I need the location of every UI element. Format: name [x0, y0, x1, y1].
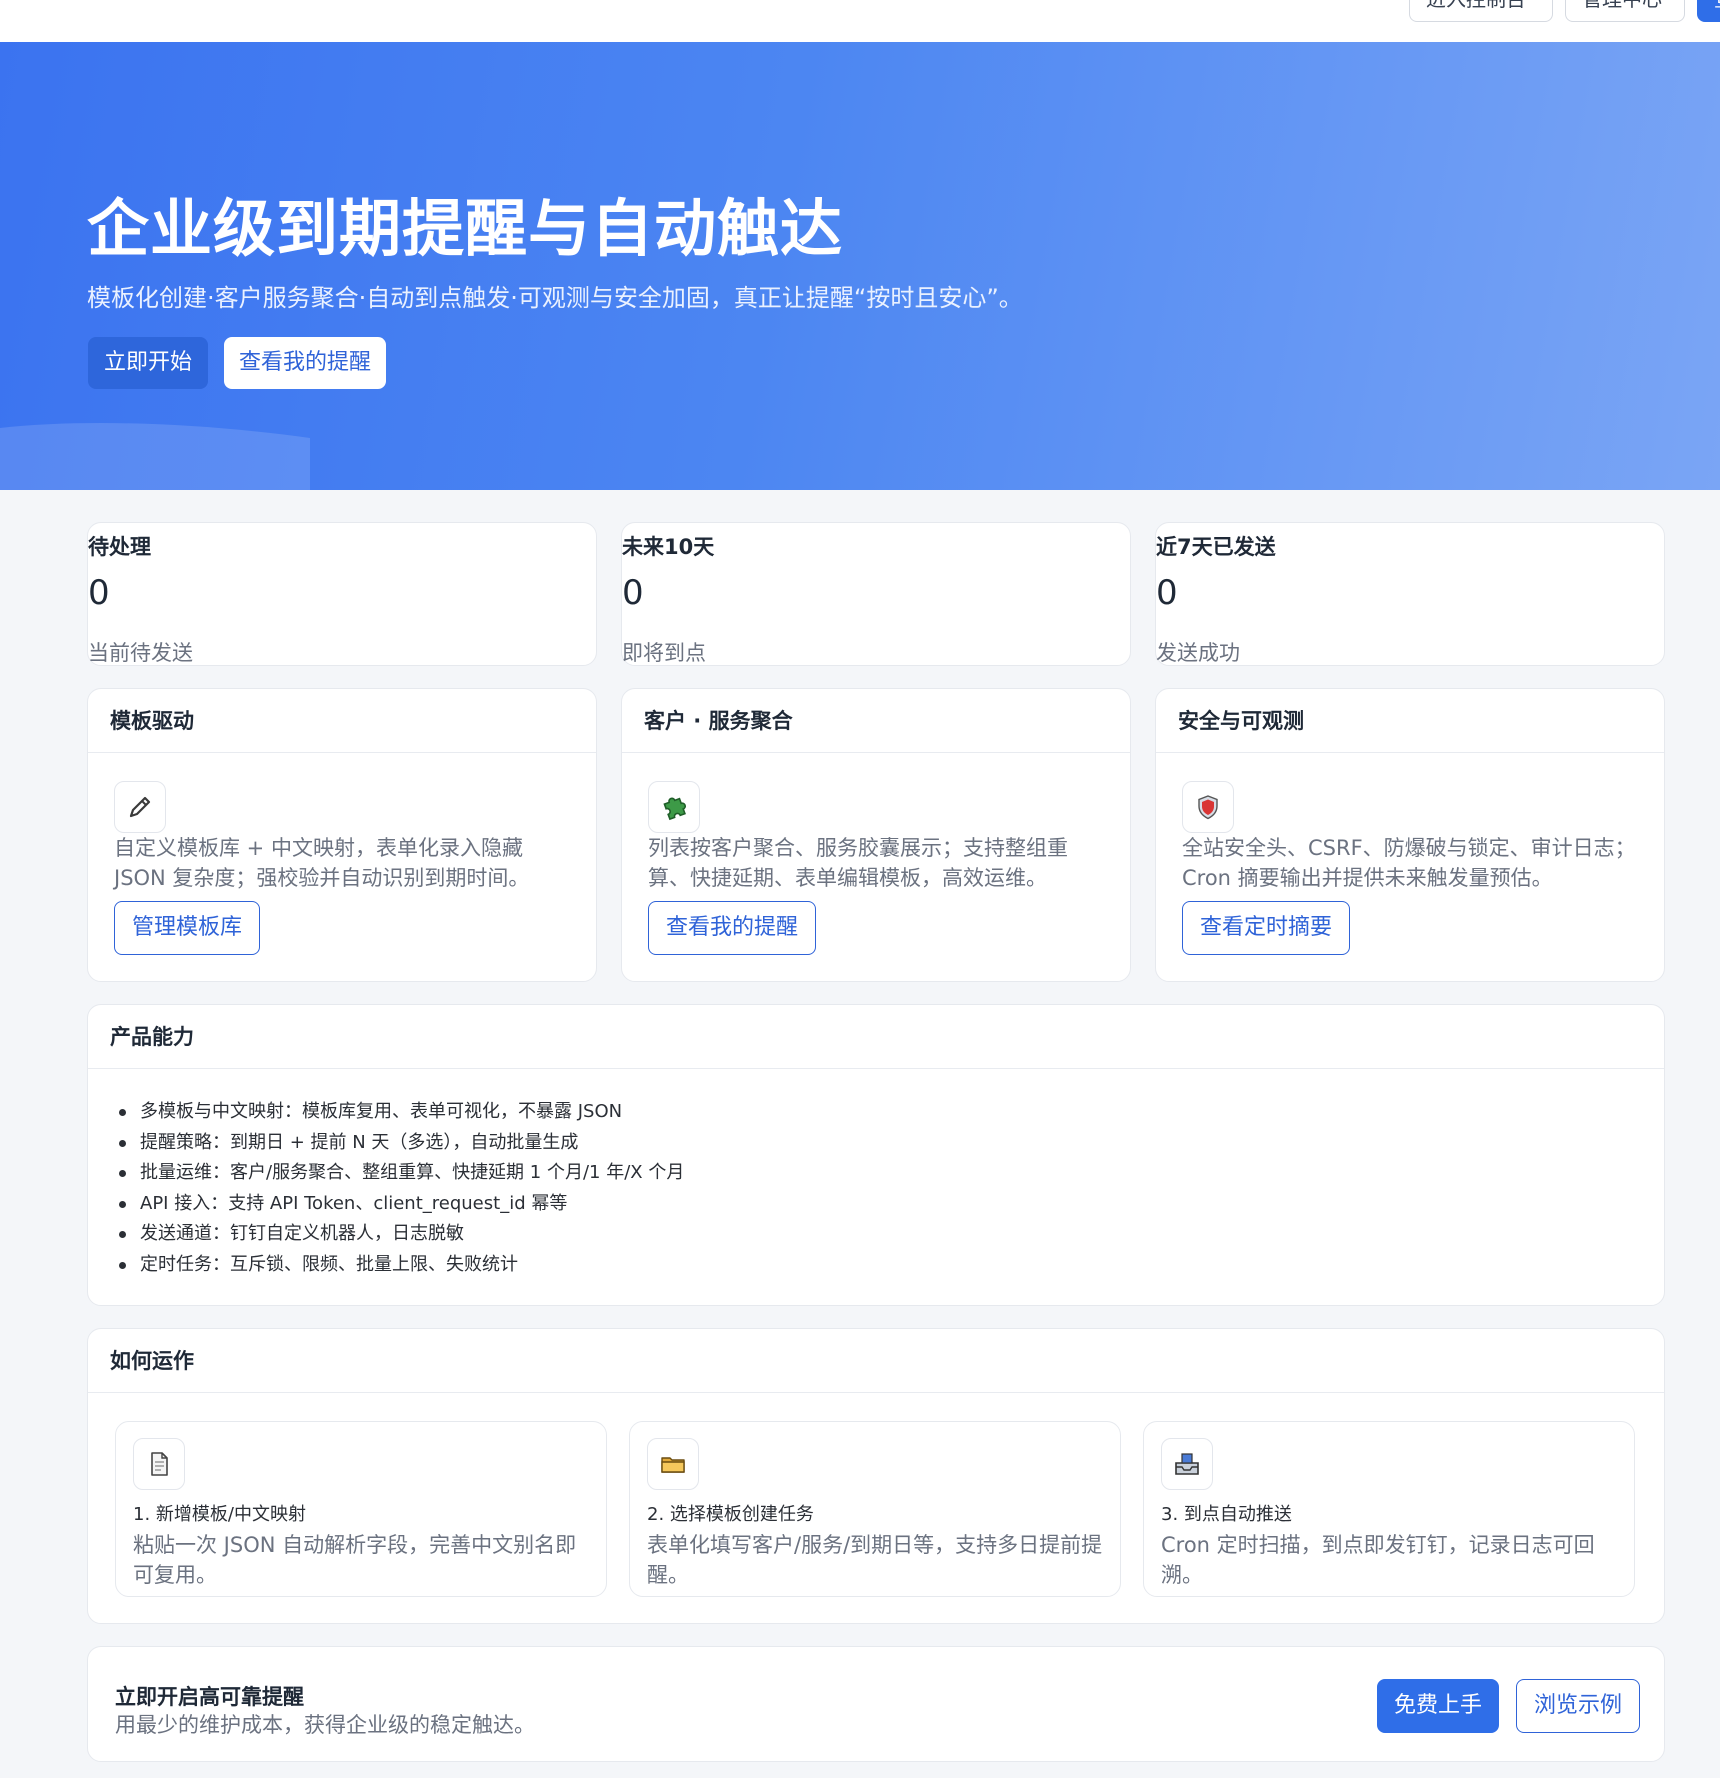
stat-card-sent: 近7天已发送 0 发送成功	[1155, 522, 1665, 666]
manage-templates-button[interactable]: 管理模板库	[114, 901, 261, 955]
stat-description: 即将到点	[622, 641, 706, 665]
hero-wave-decoration	[0, 423, 310, 490]
feature-card-security: 安全与可观测 全站安全头、CSRF、防爆破与锁定、审计日志；Cron 摘要输出并…	[1155, 688, 1665, 982]
puzzle-icon	[648, 781, 700, 833]
step-title: 3. 到点自动推送	[1161, 1504, 1292, 1525]
start-now-button[interactable]: 立即开始	[88, 337, 208, 389]
list-item: 发送通道：钉钉自定义机器人，日志脱敏	[116, 1219, 684, 1250]
list-item: 多模板与中文映射：模板库复用、表单可视化，不暴露 JSON	[116, 1097, 684, 1128]
step-title: 1. 新增模板/中文映射	[133, 1504, 306, 1525]
shield-icon	[1182, 781, 1234, 833]
feature-card-description: 全站安全头、CSRF、防爆破与锁定、审计日志；Cron 摘要输出并提供未来触发量…	[1182, 836, 1636, 890]
hero-subtitle: 模板化创建·客户服务聚合·自动到点触发·可观测与安全加固，真正让提醒“按时且安心…	[87, 284, 1023, 312]
cta-card: 立即开启高可靠提醒 用最少的维护成本，获得企业级的稳定触达。 免费上手 浏览示例	[87, 1646, 1665, 1762]
stat-label: 未来10天	[622, 535, 715, 559]
view-my-reminders-card-button[interactable]: 查看我的提醒	[648, 901, 817, 955]
step-description: 表单化填写客户/服务/到期日等，支持多日提前提醒。	[647, 1533, 1103, 1587]
admin-center-button[interactable]: 管理中心	[1565, 0, 1685, 22]
feature-card-templates: 模板驱动 自定义模板库 + 中文映射，表单化录入隐藏 JSON 复杂度；强校验并…	[87, 688, 597, 982]
step-card: 2. 选择模板创建任务 表单化填写客户/服务/到期日等，支持多日提前提醒。	[629, 1421, 1121, 1597]
step-card: 1. 新增模板/中文映射 粘贴一次 JSON 自动解析字段，完善中文别名即可复用…	[115, 1421, 607, 1597]
cta-subtitle: 用最少的维护成本，获得企业级的稳定触达。	[115, 1713, 535, 1737]
document-icon	[133, 1438, 185, 1490]
list-item: API 接入：支持 API Token、client_request_id 幂等	[116, 1189, 684, 1220]
stat-description: 发送成功	[1156, 641, 1240, 665]
how-it-works-card: 如何运作 1. 新增模板/中文映射 粘贴一次 JSON 自动解析字段，完善中文别…	[87, 1328, 1665, 1624]
stat-value: 0	[1156, 573, 1178, 613]
capabilities-card: 产品能力 多模板与中文映射：模板库复用、表单可视化，不暴露 JSON 提醒策略：…	[87, 1004, 1665, 1306]
stat-description: 当前待发送	[88, 641, 193, 665]
how-it-works-title: 如何运作	[88, 1329, 1664, 1393]
hero-title: 企业级到期提醒与自动触达	[87, 192, 844, 265]
top-nav: 进入控制台 管理中心 登录	[0, 0, 1720, 42]
stat-card-pending: 待处理 0 当前待发送	[87, 522, 597, 666]
view-cron-summary-button[interactable]: 查看定时摘要	[1182, 901, 1351, 955]
feature-card-title: 客户 · 服务聚合	[622, 689, 1130, 753]
view-my-reminders-button[interactable]: 查看我的提醒	[224, 337, 386, 389]
list-item: 提醒策略：到期日 + 提前 N 天（多选），自动批量生成	[116, 1128, 684, 1159]
cta-title: 立即开启高可靠提醒	[115, 1685, 304, 1709]
stat-value: 0	[88, 573, 110, 613]
free-start-button[interactable]: 免费上手	[1377, 1679, 1499, 1733]
list-item: 定时任务：互斥锁、限频、批量上限、失败统计	[116, 1250, 684, 1281]
outbox-icon	[1161, 1438, 1213, 1490]
feature-card-title: 安全与可观测	[1156, 689, 1664, 753]
console-button[interactable]: 进入控制台	[1409, 0, 1553, 22]
step-title: 2. 选择模板创建任务	[647, 1504, 814, 1525]
pencil-icon	[114, 781, 166, 833]
feature-card-aggregation: 客户 · 服务聚合 列表按客户聚合、服务胶囊展示；支持整组重算、快捷延期、表单编…	[621, 688, 1131, 982]
capabilities-title: 产品能力	[88, 1005, 1664, 1069]
login-button[interactable]: 登录	[1697, 0, 1720, 22]
browse-examples-button[interactable]: 浏览示例	[1516, 1679, 1640, 1733]
stat-card-upcoming: 未来10天 0 即将到点	[621, 522, 1131, 666]
feature-card-description: 列表按客户聚合、服务胶囊展示；支持整组重算、快捷延期、表单编辑模板，高效运维。	[648, 836, 1068, 890]
folder-icon	[647, 1438, 699, 1490]
feature-card-title: 模板驱动	[88, 689, 596, 753]
stat-value: 0	[622, 573, 644, 613]
stat-label: 近7天已发送	[1156, 535, 1276, 559]
capabilities-list: 多模板与中文映射：模板库复用、表单可视化，不暴露 JSON 提醒策略：到期日 +…	[116, 1097, 684, 1280]
hero-banner: 企业级到期提醒与自动触达 模板化创建·客户服务聚合·自动到点触发·可观测与安全加…	[0, 42, 1720, 490]
step-description: 粘贴一次 JSON 自动解析字段，完善中文别名即可复用。	[133, 1533, 577, 1587]
list-item: 批量运维：客户/服务聚合、整组重算、快捷延期 1 个月/1 年/X 个月	[116, 1158, 684, 1189]
step-description: Cron 定时扫描，到点即发钉钉，记录日志可回溯。	[1161, 1533, 1595, 1587]
stat-label: 待处理	[88, 535, 151, 559]
feature-card-description: 自定义模板库 + 中文映射，表单化录入隐藏 JSON 复杂度；强校验并自动识别到…	[114, 836, 530, 890]
step-card: 3. 到点自动推送 Cron 定时扫描，到点即发钉钉，记录日志可回溯。	[1143, 1421, 1635, 1597]
